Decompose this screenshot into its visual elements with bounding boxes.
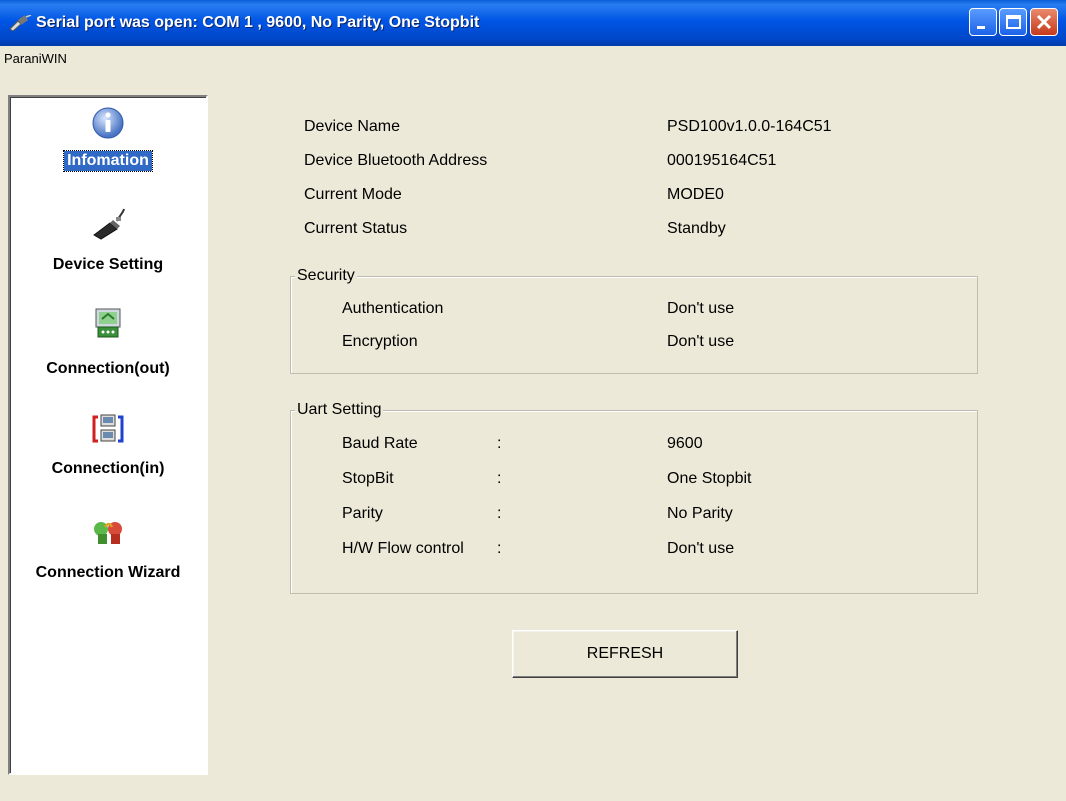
connection-out-icon [95,308,121,338]
baud-rate-label: Baud Rate [342,435,418,452]
title-bar[interactable]: Serial port was open: COM 1 , 9600, No P… [0,0,1066,46]
current-mode-value: MODE0 [667,186,724,203]
close-icon [1036,14,1052,30]
refresh-button[interactable]: REFRESH [512,630,738,678]
baud-rate-value: 9600 [667,435,703,452]
wizard-icon [94,522,122,544]
sidebar-item-label: Connection(in) [51,460,165,477]
info-icon [92,107,124,139]
device-name-value: PSD100v1.0.0-164C51 [667,118,832,135]
flow-control-value: Don't use [667,540,735,557]
encryption-value: Don't use [667,333,735,350]
parity-label: Parity [342,505,383,522]
minimize-button[interactable] [969,8,997,36]
current-mode-label: Current Mode [304,186,402,203]
sidebar-item-device-setting[interactable]: Device Setting [10,197,206,277]
uart-setting-group-title: Uart Setting [295,401,384,419]
sidebar-item-connection-wizard[interactable]: Connection Wizard [10,507,206,587]
sidebar-item-label: Device Setting [52,256,164,273]
sidebar-item-infomation[interactable]: Infomation [10,103,206,183]
flow-control-separator: : [497,540,502,557]
current-status-label: Current Status [304,220,408,237]
security-group: Security [290,267,978,374]
window-title: Serial port was open: COM 1 , 9600, No P… [36,14,480,31]
authentication-value: Don't use [667,300,735,317]
sidebar-item-connection-in[interactable]: Connection(in) [10,407,206,487]
bt-address-label: Device Bluetooth Address [304,152,488,169]
device-icon [93,208,125,240]
encryption-label: Encryption [342,333,418,350]
current-status-value: Standby [667,220,726,237]
menu-bar: ParaniWIN [0,46,1066,70]
app-window: Serial port was open: COM 1 , 9600, No P… [0,0,1066,801]
sidebar-nav: Infomation Device Setting Connection(out… [8,95,208,775]
connection-in-icon [92,414,124,443]
flow-control-label: H/W Flow control [342,540,464,557]
maximize-button[interactable] [999,8,1027,36]
maximize-icon [1006,15,1021,29]
sidebar-item-label: Connection Wizard [35,564,181,581]
baud-rate-separator: : [497,435,502,452]
parity-value: No Parity [667,505,733,522]
device-name-label: Device Name [304,118,401,135]
authentication-label: Authentication [342,300,444,317]
stopbit-separator: : [497,470,502,487]
parity-separator: : [497,505,502,522]
stopbit-label: StopBit [342,470,394,487]
sidebar-item-label: Connection(out) [46,360,170,377]
close-button[interactable] [1030,8,1058,36]
security-group-title: Security [295,267,357,285]
sidebar-item-connection-out[interactable]: Connection(out) [10,301,206,381]
menu-item-paraniwin[interactable]: ParaniWIN [4,51,67,66]
sidebar-item-label: Infomation [63,150,153,172]
minimize-icon [977,26,985,29]
stopbit-value: One Stopbit [667,470,752,487]
serial-plug-icon [9,15,32,31]
bt-address-value: 000195164C51 [667,152,777,169]
